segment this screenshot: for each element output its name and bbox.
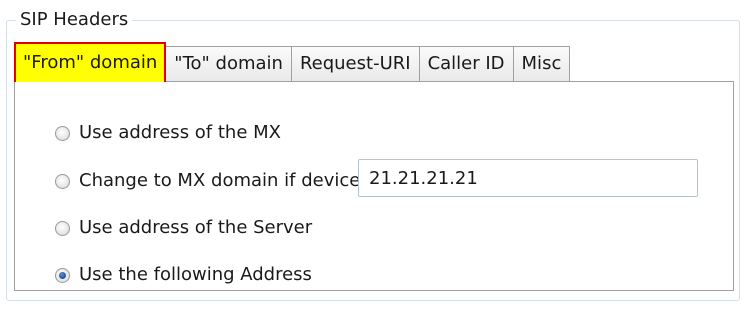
- tab-from-domain[interactable]: "From" domain: [14, 42, 167, 82]
- tab-to-domain[interactable]: "To" domain: [165, 46, 292, 82]
- address-input[interactable]: [358, 159, 698, 197]
- option-label: Use the following Address: [79, 264, 312, 285]
- radio-button[interactable]: [55, 173, 70, 189]
- radio-button[interactable]: [55, 125, 70, 141]
- radio-button-selected[interactable]: [55, 267, 70, 283]
- tab-caller-id[interactable]: Caller ID: [418, 46, 514, 82]
- tab-label: Request-URI: [299, 53, 411, 74]
- option-label: Use address of the MX: [79, 122, 281, 143]
- sip-headers-panel: SIP Headers "From" domain "To" domain Re…: [0, 0, 744, 326]
- tab-label: Caller ID: [427, 53, 505, 74]
- tab-request-uri[interactable]: Request-URI: [290, 46, 420, 82]
- option-use-following-address[interactable]: Use the following Address: [55, 264, 312, 286]
- tab-label: "To" domain: [174, 53, 283, 74]
- group-title: SIP Headers: [16, 8, 133, 32]
- option-use-server-address[interactable]: Use address of the Server: [55, 217, 312, 239]
- tab-misc[interactable]: Misc: [512, 46, 571, 82]
- option-use-mx-address[interactable]: Use address of the MX: [55, 122, 281, 144]
- tab-label: Misc: [521, 53, 562, 74]
- tab-strip: "From" domain "To" domain Request-URI Ca…: [14, 42, 571, 82]
- tab-label: "From" domain: [23, 52, 158, 73]
- radio-button[interactable]: [55, 220, 70, 236]
- option-label: Use address of the Server: [79, 217, 313, 238]
